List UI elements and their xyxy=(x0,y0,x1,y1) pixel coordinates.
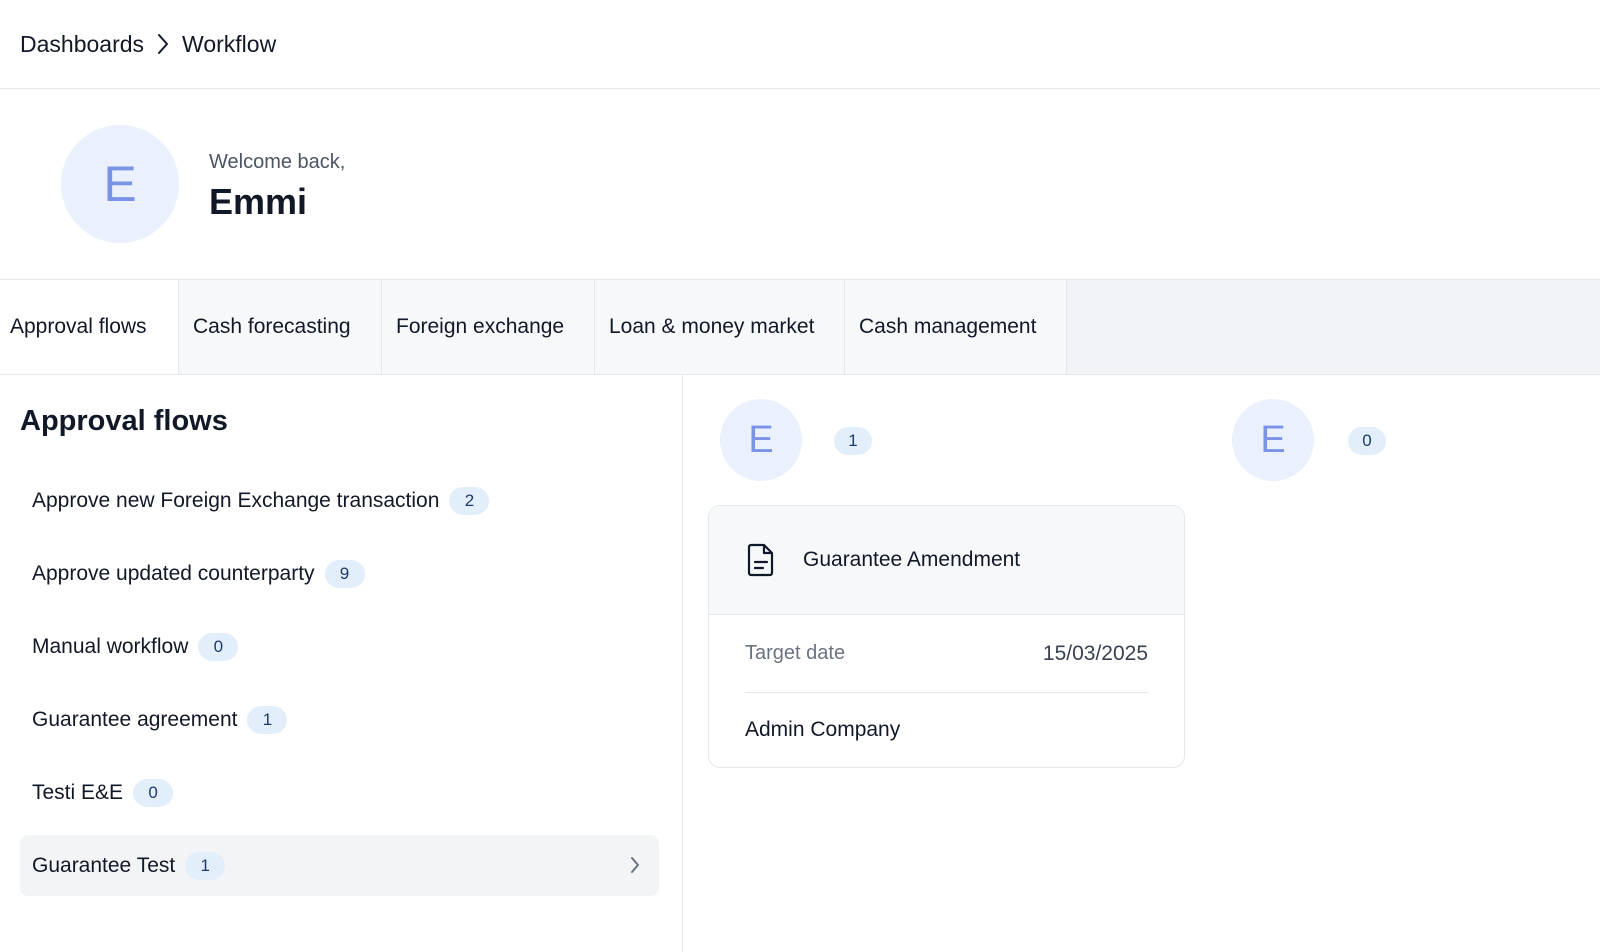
count-badge: 1 xyxy=(185,851,226,880)
count-badge: 1 xyxy=(247,705,288,734)
workflow-board: E 1 E 0 Guarantee Amendment Target date … xyxy=(684,375,1600,952)
assignee-avatar: E xyxy=(720,399,802,481)
breadcrumb-dashboards[interactable]: Dashboards xyxy=(20,31,144,58)
card-header: Guarantee Amendment xyxy=(709,506,1184,615)
welcome-greeting: Welcome back, xyxy=(209,151,346,173)
count-badge: 2 xyxy=(449,486,490,515)
workflow-card[interactable]: Guarantee Amendment Target date 15/03/20… xyxy=(708,505,1185,768)
target-date-value: 15/03/2025 xyxy=(1042,641,1148,665)
column-count-badge: 1 xyxy=(834,427,872,455)
company-name: Admin Company xyxy=(745,718,901,741)
flow-item-label: Manual workflow xyxy=(32,634,189,658)
top-bar: Dashboards Workflow xyxy=(0,0,1600,89)
flow-item-guarantee-agreement[interactable]: Guarantee agreement 1 xyxy=(20,689,659,750)
panel-title: Approval flows xyxy=(20,405,228,437)
tab-cash-forecasting[interactable]: Cash forecasting xyxy=(179,280,382,374)
flow-item-manual-workflow[interactable]: Manual workflow 0 xyxy=(20,616,659,677)
flow-item-label: Testi E&E xyxy=(32,780,124,804)
user-name: Emmi xyxy=(209,181,308,222)
flow-item-testi-ee[interactable]: Testi E&E 0 xyxy=(20,762,659,823)
approval-flows-panel: Approval flows Approve new Foreign Excha… xyxy=(0,375,683,952)
count-badge: 9 xyxy=(324,559,365,588)
tab-loan-money-market[interactable]: Loan & money market xyxy=(595,280,845,374)
flow-item-label: Approve updated counterparty xyxy=(32,561,315,585)
flow-item-guarantee-test[interactable]: Guarantee Test 1 xyxy=(20,835,659,896)
flow-item-label: Guarantee agreement xyxy=(32,707,238,731)
tab-approval-flows[interactable]: Approval flows xyxy=(0,280,179,374)
avatar: E xyxy=(61,125,179,243)
count-badge: 0 xyxy=(198,632,239,661)
column-count-badge: 0 xyxy=(1348,427,1386,455)
flow-item-label: Approve new Foreign Exchange transaction xyxy=(32,488,440,512)
dashboard-tabs: Approval flows Cash forecasting Foreign … xyxy=(0,279,1600,375)
card-title: Guarantee Amendment xyxy=(803,548,1021,571)
count-badge: 0 xyxy=(133,778,174,807)
chevron-right-icon xyxy=(156,32,172,56)
breadcrumb: Dashboards Workflow xyxy=(20,31,276,58)
assignee-avatar: E xyxy=(1232,399,1314,481)
tab-cash-management[interactable]: Cash management xyxy=(845,280,1067,374)
document-icon xyxy=(747,543,775,577)
breadcrumb-workflow: Workflow xyxy=(182,30,277,57)
flow-item-label: Guarantee Test xyxy=(32,853,176,877)
target-date-label: Target date xyxy=(745,642,846,664)
flow-item-approve-counterparty[interactable]: Approve updated counterparty 9 xyxy=(20,543,659,604)
flow-item-approve-fx[interactable]: Approve new Foreign Exchange transaction… xyxy=(20,470,659,531)
chevron-right-icon xyxy=(629,855,641,880)
tab-foreign-exchange[interactable]: Foreign exchange xyxy=(382,280,595,374)
target-date-row: Target date 15/03/2025 xyxy=(745,615,1148,693)
welcome-header: E Welcome back, Emmi xyxy=(0,89,1600,280)
